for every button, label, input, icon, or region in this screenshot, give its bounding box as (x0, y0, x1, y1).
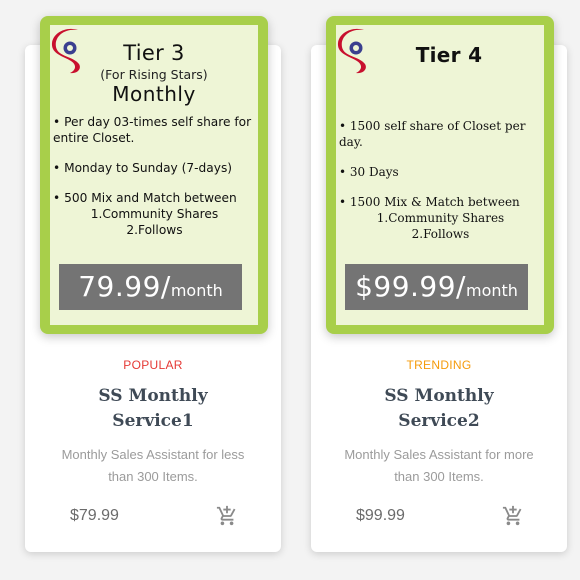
feature-subitem: 2.Follows (411, 227, 470, 241)
banner-image: Tier 4 • 1500 self share of Closet per d… (336, 25, 544, 325)
banner-image: Tier 3 (For Rising Stars) Monthly • Per … (50, 25, 258, 325)
feature-subitem: 1.Community Shares (376, 211, 505, 225)
service-name-line1: SS Monthly (98, 386, 208, 406)
tier-title: Tier 3 (123, 41, 185, 65)
feature-subitem: 1.Community Shares (90, 207, 219, 221)
tier-4-banner[interactable]: Tier 4 • 1500 self share of Closet per d… (326, 16, 554, 334)
feature-item: • Monday to Sunday (7-days) (53, 161, 233, 175)
add-to-cart-icon (216, 505, 236, 526)
service-name-line2: Service2 (398, 411, 480, 431)
feature-item: • 30 Days (339, 165, 399, 179)
feature-text: • 1500 Mix & Match between (339, 195, 520, 209)
banner-price-amount: $99.99/ (355, 270, 466, 303)
tier-3-banner[interactable]: Tier 3 (For Rising Stars) Monthly • Per … (40, 16, 268, 334)
tier-period: Monthly (112, 82, 196, 106)
popular-tag: POPULAR (123, 358, 183, 372)
feature-text: • 500 Mix and Match between (53, 191, 237, 205)
banner-price-box: 79.99/ month (59, 264, 242, 310)
feature-item: • 500 Mix and Match between 1.Community … (53, 190, 256, 238)
service-price: $79.99 (70, 507, 119, 524)
service-price: $99.99 (356, 507, 405, 524)
banner-price-period: month (170, 281, 223, 300)
feature-item: • 1500 Mix & Match between 1.Community S… (339, 194, 542, 242)
feature-subitem: 2.Follows (126, 223, 183, 237)
service-description: Monthly Sales Assistant for less than 30… (61, 447, 245, 484)
service-name-line1: SS Monthly (384, 386, 494, 406)
feature-item: • Per day 03-times self share for entire… (53, 115, 252, 145)
feature-list: • 1500 self share of Closet per day. • 3… (339, 118, 542, 242)
banner-price-box: $99.99/ month (345, 264, 528, 310)
tier-title: Tier 4 (415, 43, 483, 67)
banner-price-period: month (465, 281, 518, 300)
service-name[interactable]: SS Monthly Service2 (331, 384, 547, 434)
add-to-cart-button[interactable] (216, 505, 238, 527)
feature-list: • Per day 03-times self share for entire… (53, 114, 256, 238)
trending-tag: TRENDING (406, 358, 472, 372)
add-to-cart-button[interactable] (502, 505, 524, 527)
service-name[interactable]: SS Monthly Service1 (45, 384, 261, 434)
pricing-section: POPULAR SS Monthly Service1 Monthly Sale… (0, 0, 580, 580)
service-name-line2: Service1 (112, 411, 194, 431)
banner-price-amount: 79.99/ (78, 270, 171, 303)
add-to-cart-icon (502, 505, 522, 526)
feature-item: • 1500 self share of Closet per day. (339, 119, 526, 149)
tier-subtitle: (For Rising Stars) (100, 67, 208, 82)
service-description: Monthly Sales Assistant for more than 30… (344, 447, 534, 484)
